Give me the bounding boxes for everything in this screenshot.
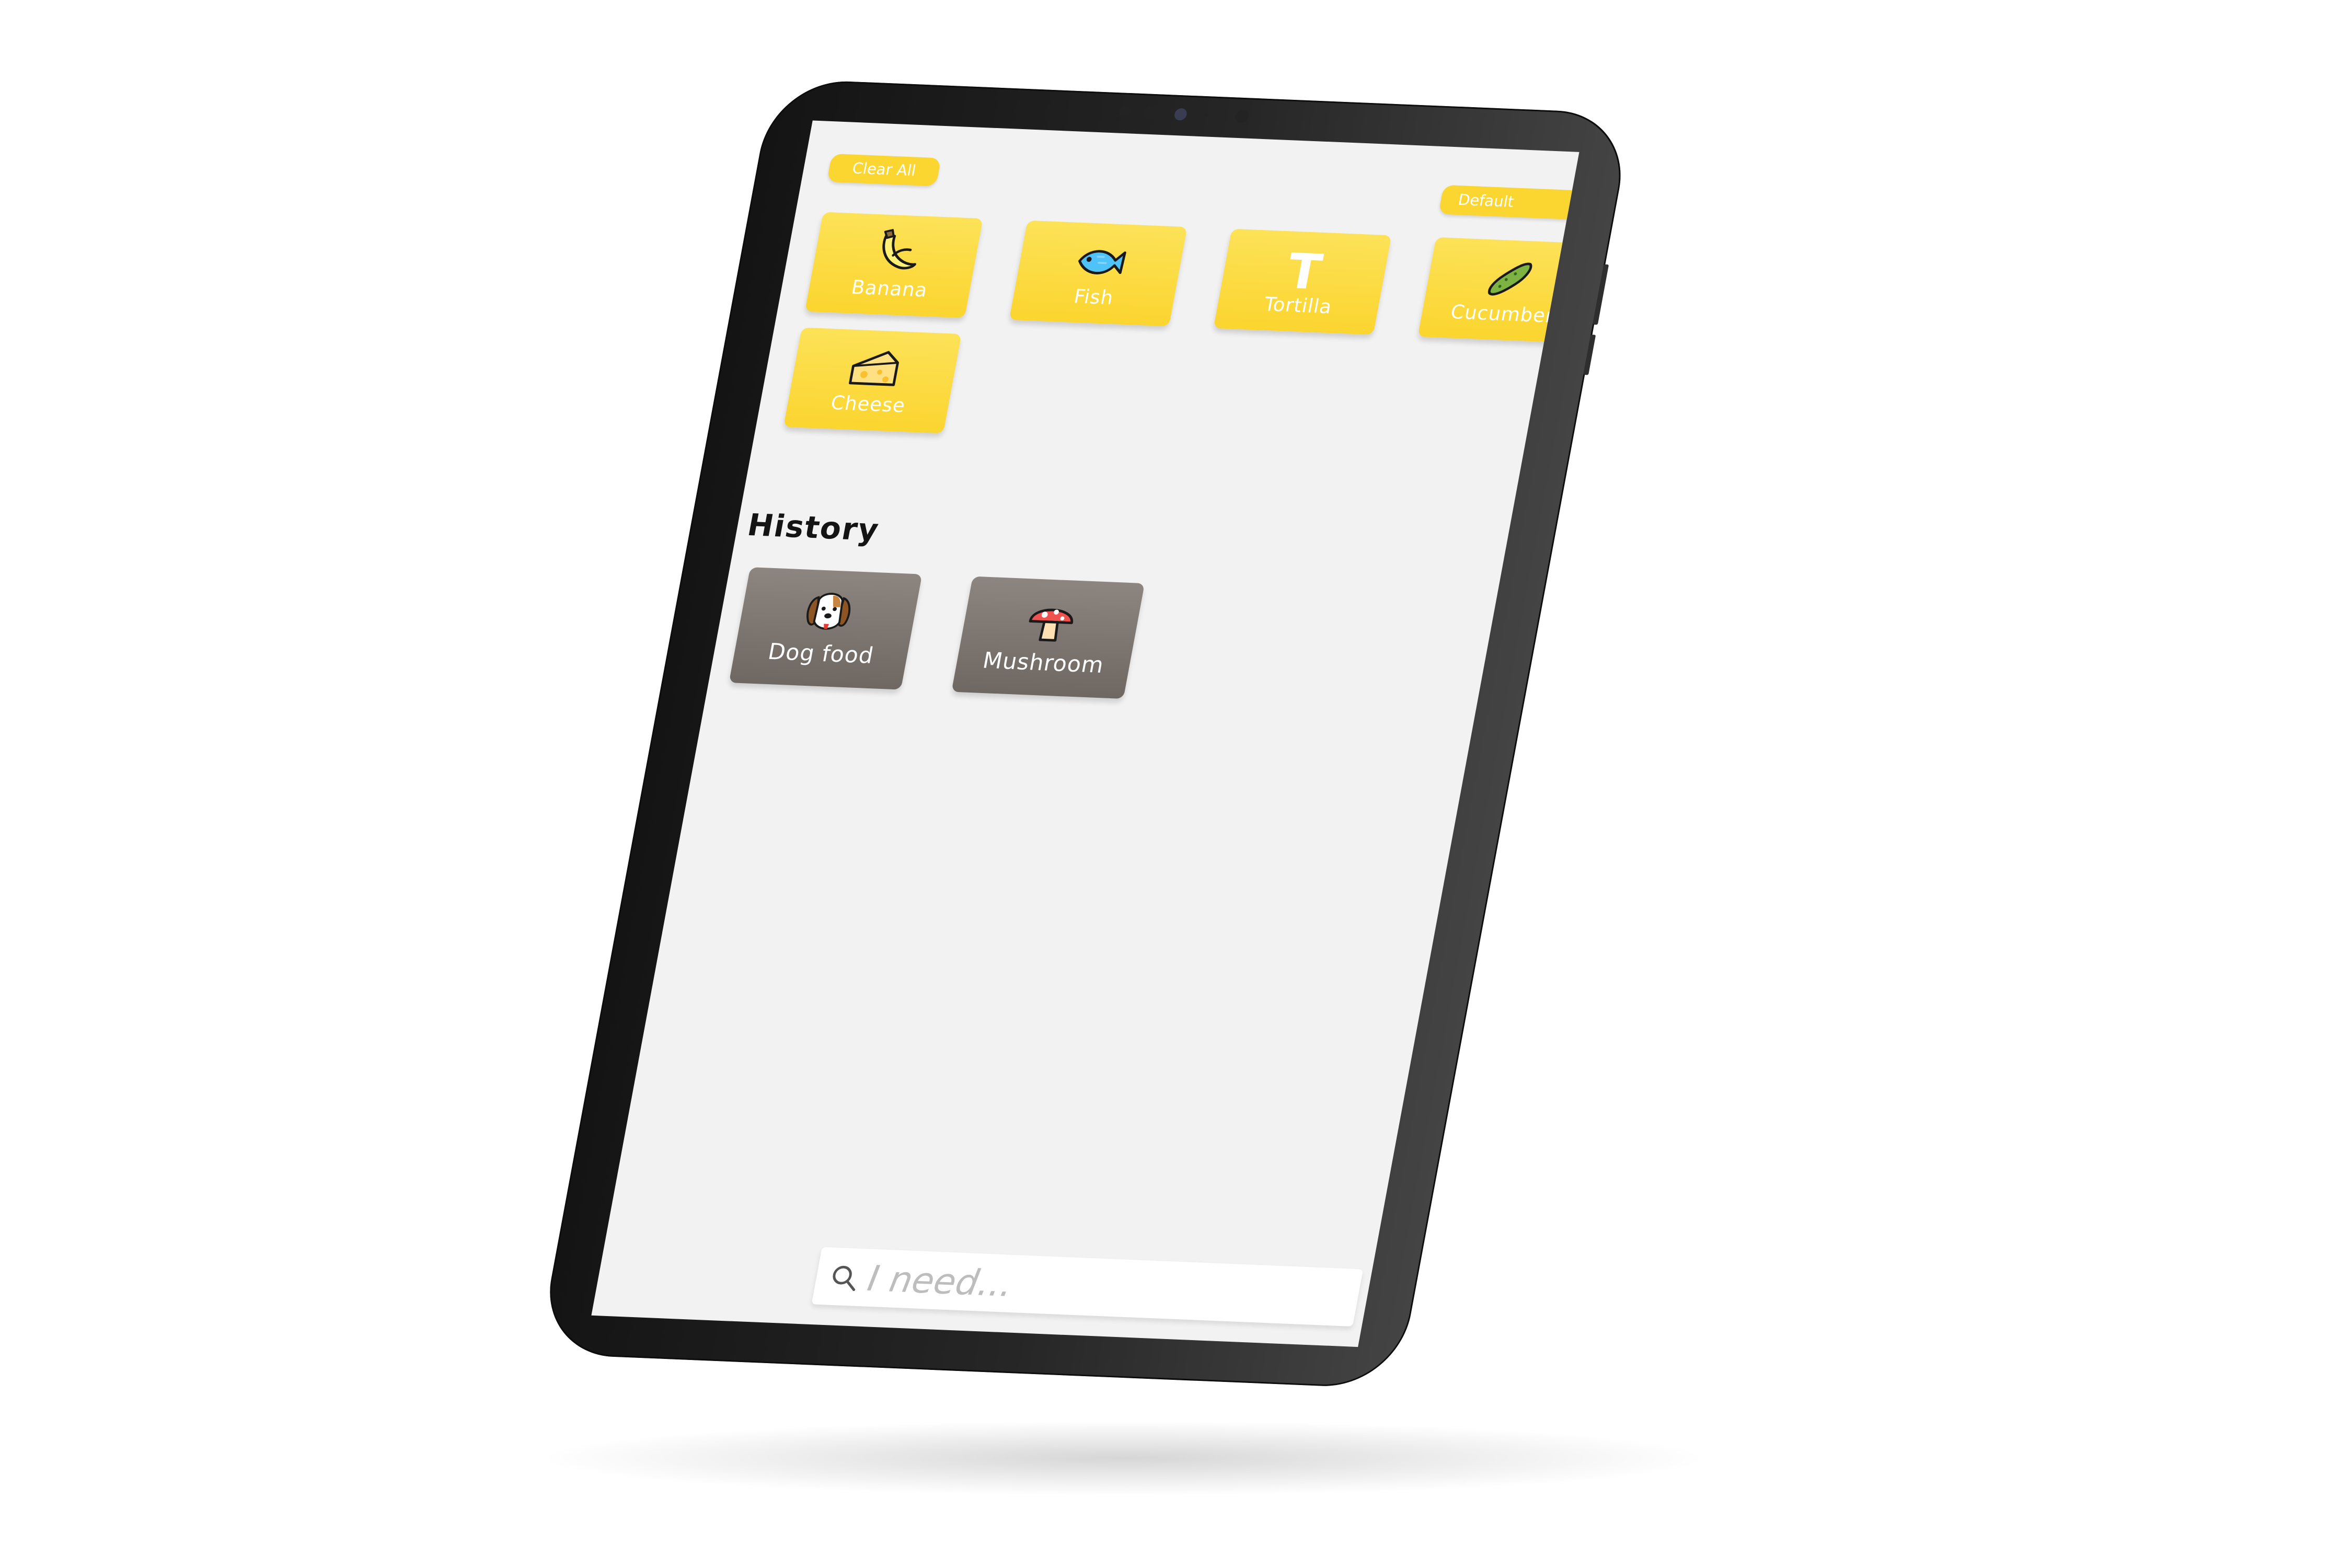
banana-icon bbox=[882, 229, 916, 270]
tortilla-letter-t-icon: T bbox=[1283, 243, 1327, 298]
cucumber-icon bbox=[1488, 262, 1532, 296]
item-search-input[interactable] bbox=[863, 1256, 1349, 1320]
mockup-stage: Clear All Default ⌄ Banana bbox=[0, 0, 2352, 1568]
list-item-label: Banana bbox=[849, 275, 930, 302]
list-item-label: Cheese bbox=[829, 391, 907, 417]
history-item-mushroom[interactable]: Mushroom bbox=[951, 576, 1145, 699]
device-shadow bbox=[549, 1422, 1699, 1495]
svg-text:T: T bbox=[1283, 243, 1327, 298]
search-icon bbox=[833, 1265, 856, 1292]
tablet-device: Clear All Default ⌄ Banana bbox=[537, 78, 1633, 1389]
fish-icon bbox=[1078, 250, 1126, 274]
sort-select-value: Default bbox=[1456, 191, 1516, 211]
list-item-label: Fish bbox=[1072, 285, 1116, 309]
search-bar bbox=[811, 1247, 1364, 1327]
list-item-label: Tortilla bbox=[1262, 293, 1334, 318]
history-item-label: Dog food bbox=[766, 639, 876, 669]
dog-icon bbox=[806, 593, 851, 630]
mushroom-icon bbox=[1029, 608, 1073, 642]
sort-select[interactable]: Default ⌄ bbox=[1438, 185, 1579, 221]
list-item-tortilla[interactable]: T Tortilla bbox=[1213, 228, 1392, 335]
clear-all-button[interactable]: Clear All bbox=[826, 153, 941, 187]
list-item-cheese[interactable]: Cheese bbox=[783, 327, 962, 434]
list-item-fish[interactable]: Fish bbox=[1009, 220, 1187, 327]
history-heading: History bbox=[744, 507, 882, 548]
history-item-label: Mushroom bbox=[981, 648, 1106, 678]
history-item-dog-food[interactable]: Dog food bbox=[729, 567, 923, 690]
list-item-banana[interactable]: Banana bbox=[804, 212, 983, 318]
cheese-icon bbox=[849, 351, 899, 386]
